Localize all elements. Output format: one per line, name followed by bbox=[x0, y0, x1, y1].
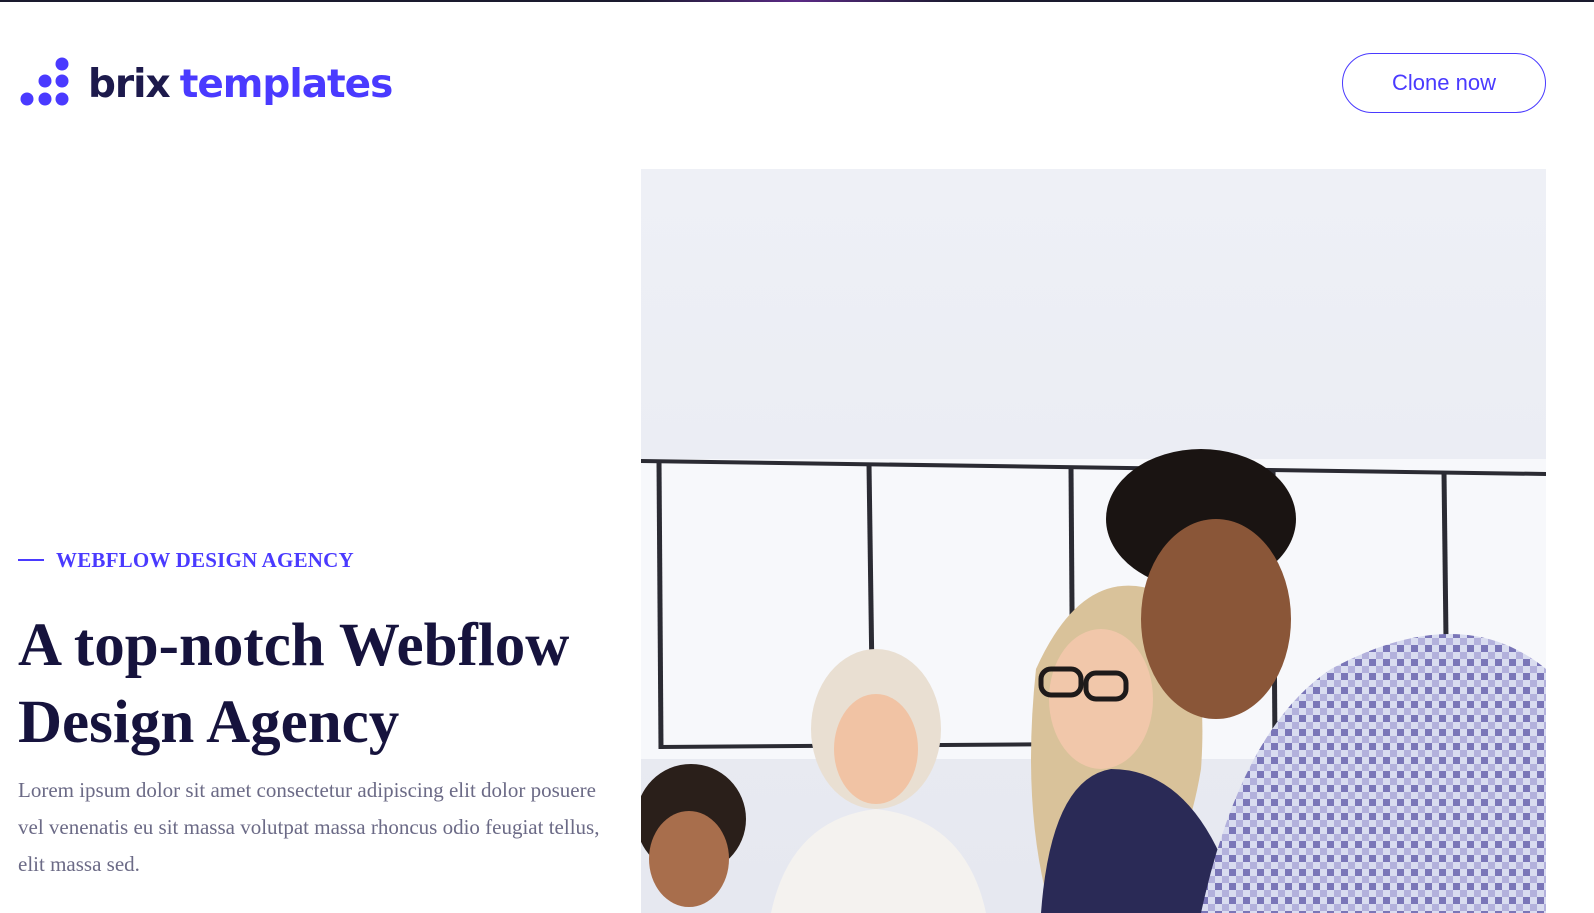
brand-wordmark: brix templates bbox=[88, 61, 394, 107]
top-border-line bbox=[0, 0, 1594, 2]
clone-now-button[interactable]: Clone now bbox=[1342, 53, 1546, 113]
eyebrow-dash bbox=[18, 559, 44, 561]
hero-eyebrow: WEBFLOW DESIGN AGENCY bbox=[18, 546, 354, 574]
headline-line-1: A top-notch Webflow bbox=[18, 612, 570, 679]
hero-lead-paragraph: Lorem ipsum dolor sit amet consectetur a… bbox=[18, 778, 600, 876]
brix-dots-logo-icon bbox=[18, 57, 72, 111]
brand-name-brix: brix bbox=[88, 61, 171, 107]
brand-logo[interactable]: brix templates bbox=[18, 56, 394, 112]
team-photo-illustration bbox=[641, 169, 1546, 913]
brand-name-templates: templates bbox=[179, 61, 394, 107]
eyebrow-text: WEBFLOW DESIGN AGENCY bbox=[56, 547, 354, 572]
hero-team-photo bbox=[641, 169, 1546, 913]
hero-headline: A top-notch Webflow Design Agency bbox=[18, 607, 618, 761]
headline-line-2: Design Agency bbox=[18, 689, 400, 756]
